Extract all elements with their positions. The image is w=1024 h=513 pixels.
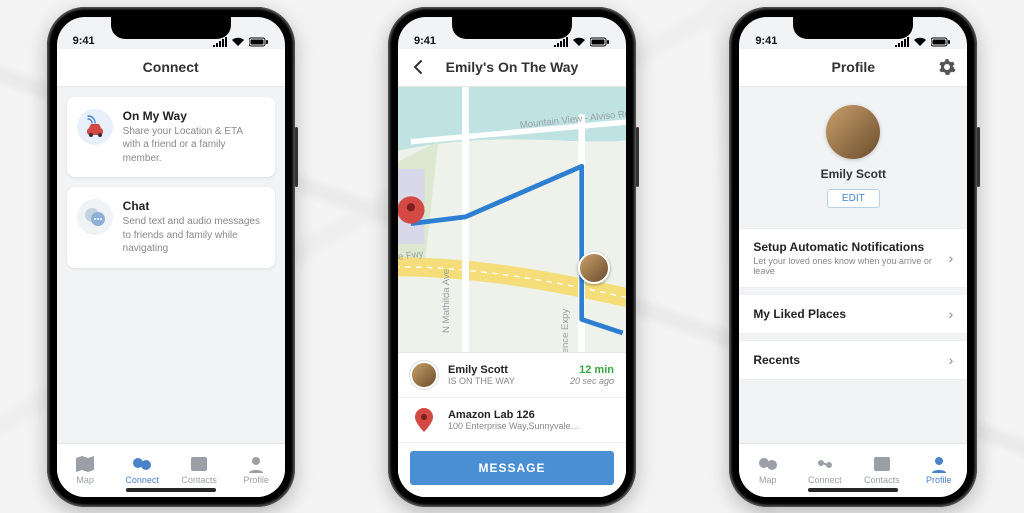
tab-label: Profile xyxy=(243,475,269,485)
edit-button-label: EDIT xyxy=(842,193,865,204)
person-row[interactable]: Emily Scott IS ON THE WAY 12 min 20 sec … xyxy=(398,353,626,398)
content: On My Way Share your Location & ETA with… xyxy=(57,87,285,443)
chat-bubbles-icon xyxy=(77,199,113,235)
tab-map[interactable]: Map xyxy=(739,444,796,497)
status-time: 9:41 xyxy=(414,35,436,47)
item-subtitle: Let your loved ones know when you arrive… xyxy=(753,256,948,276)
status-icons xyxy=(213,37,269,47)
updated-ago: 20 sec ago xyxy=(570,376,614,386)
header: Profile xyxy=(739,49,967,87)
back-button[interactable] xyxy=(398,49,438,86)
car-broadcast-icon xyxy=(77,109,113,145)
tab-label: Map xyxy=(76,475,94,485)
message-button[interactable]: MESSAGE xyxy=(410,451,614,485)
card-desc: Share your Location & ETA with a friend … xyxy=(123,125,263,166)
card-chat[interactable]: Chat Send text and audio messages to fri… xyxy=(67,187,275,268)
settings-button[interactable] xyxy=(927,49,967,86)
header: Connect xyxy=(57,49,285,87)
home-indicator[interactable] xyxy=(808,488,898,492)
content: Emily Scott EDIT Setup Automatic Notific… xyxy=(739,87,967,443)
item-liked-places[interactable]: My Liked Places › xyxy=(739,294,967,334)
dest-addr: 100 Enterprise Way,Sunnyvale… xyxy=(448,421,614,431)
destination-pin-icon xyxy=(398,196,425,223)
card-title: On My Way xyxy=(123,109,263,123)
tab-label: Contacts xyxy=(864,475,900,485)
edit-button[interactable]: EDIT xyxy=(827,189,880,208)
tab-label: Contacts xyxy=(181,475,217,485)
item-notifications[interactable]: Setup Automatic Notifications Let your l… xyxy=(739,228,967,288)
content: Sunnyvale N Mathilda Ave Innsmore Fwy E … xyxy=(398,87,626,497)
header-title: Connect xyxy=(143,59,199,75)
card-title: Chat xyxy=(123,199,263,213)
phone-tracking: 9:41 Emily's On The Way xyxy=(388,7,636,507)
card-desc: Send text and audio messages to friends … xyxy=(123,215,263,256)
status-time: 9:41 xyxy=(755,35,777,47)
tab-label: Connect xyxy=(125,475,159,485)
person-status: IS ON THE WAY xyxy=(448,376,560,386)
tab-profile[interactable]: Profile xyxy=(910,444,967,497)
home-indicator[interactable] xyxy=(467,488,557,492)
notch xyxy=(111,17,231,39)
tab-map[interactable]: Map xyxy=(57,444,114,497)
gear-icon xyxy=(938,58,956,76)
card-on-my-way[interactable]: On My Way Share your Location & ETA with… xyxy=(67,97,275,178)
item-title: Setup Automatic Notifications xyxy=(753,240,948,254)
dest-name: Amazon Lab 126 xyxy=(448,409,614,421)
map-street: N Mathilda Ave xyxy=(441,268,452,332)
status-time: 9:41 xyxy=(73,35,95,47)
header-title: Profile xyxy=(832,59,876,75)
tab-label: Connect xyxy=(808,475,842,485)
eta: 12 min xyxy=(570,364,614,376)
profile-name: Emily Scott xyxy=(821,167,886,181)
item-title: Recents xyxy=(753,353,948,367)
tab-label: Profile xyxy=(926,475,952,485)
header-title: Emily's On The Way xyxy=(446,59,579,75)
profile-head: Emily Scott EDIT xyxy=(739,87,967,222)
tab-profile[interactable]: Profile xyxy=(228,444,285,497)
user-location-avatar xyxy=(578,252,610,284)
person-name: Emily Scott xyxy=(448,364,560,376)
pin-icon xyxy=(410,406,438,434)
chevron-right-icon: › xyxy=(949,352,954,368)
notch xyxy=(452,17,572,39)
phone-profile: 9:41 Profile Emily Scott EDIT xyxy=(729,7,977,507)
chevron-right-icon: › xyxy=(949,250,954,266)
chevron-right-icon: › xyxy=(949,306,954,322)
status-icons xyxy=(895,37,951,47)
header: Emily's On The Way xyxy=(398,49,626,87)
tab-label: Map xyxy=(759,475,777,485)
phone-connect: 9:41 Connect xyxy=(47,7,295,507)
status-icons xyxy=(554,37,610,47)
item-recents[interactable]: Recents › xyxy=(739,340,967,380)
avatar xyxy=(410,361,438,389)
tracking-panel: Emily Scott IS ON THE WAY 12 min 20 sec … xyxy=(398,352,626,497)
message-button-label: MESSAGE xyxy=(478,461,545,475)
item-title: My Liked Places xyxy=(753,307,948,321)
avatar[interactable] xyxy=(826,105,880,159)
home-indicator[interactable] xyxy=(126,488,216,492)
notch xyxy=(793,17,913,39)
destination-row[interactable]: Amazon Lab 126 100 Enterprise Way,Sunnyv… xyxy=(398,398,626,443)
